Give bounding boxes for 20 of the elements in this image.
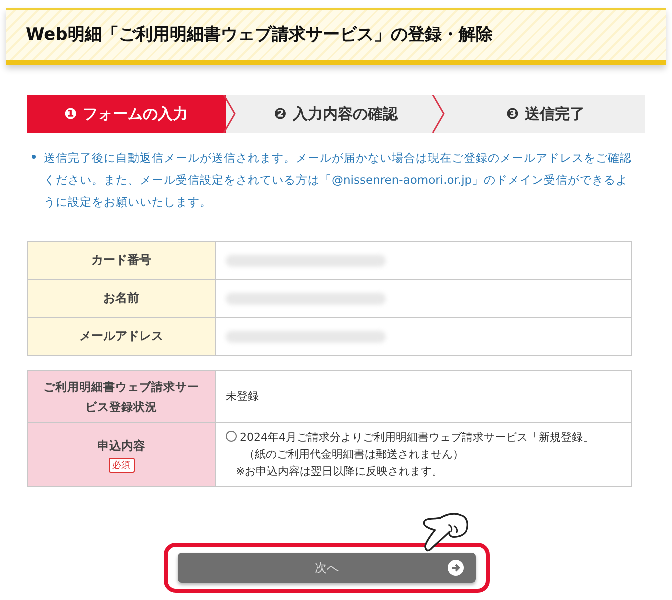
status-value: 未登録	[226, 390, 259, 404]
field-label: お名前	[28, 280, 216, 318]
note-text: ※お申込内容は翌日以降に反映されます。	[235, 464, 444, 480]
page-title: Web明細「ご利用明細書ウェブ請求サービス」の登録・解除	[26, 24, 494, 46]
radio-button[interactable]	[226, 431, 237, 442]
arrow-right-icon	[448, 560, 464, 576]
option-label[interactable]: （紙のご利用代金明細書は郵送されません）	[240, 446, 594, 464]
field-label: カード番号	[28, 242, 216, 280]
bullet-icon	[32, 155, 36, 160]
option-label[interactable]: 2024年4月ご請求分よりご利用明細書ウェブ請求サービス「新規登録」	[240, 429, 594, 446]
progress-step: ❶ フォームの入力	[27, 95, 226, 134]
chevron-icon	[432, 95, 446, 134]
field-label: ご利用明細書ウェブ請求サービス登録状況	[42, 378, 200, 416]
field-label: 申込内容	[96, 438, 146, 456]
notice-text: 送信完了後に自動返信メールが送信されます。メールが届かない場合は現在ご登録のメールアドレスをご確認ください。また、メール受信設定をされている方は「@nissenren-aomori.or.jp」のドメイン受信ができるように設定をお願いいたします。	[44, 150, 633, 212]
required-badge: 必須	[108, 458, 134, 474]
field-label: メールアドレス	[28, 318, 216, 356]
chevron-icon	[222, 95, 237, 134]
progress-step: ❷ 入力内容の確認	[236, 95, 436, 134]
progress-step: ❸ 送信完了	[446, 95, 646, 134]
